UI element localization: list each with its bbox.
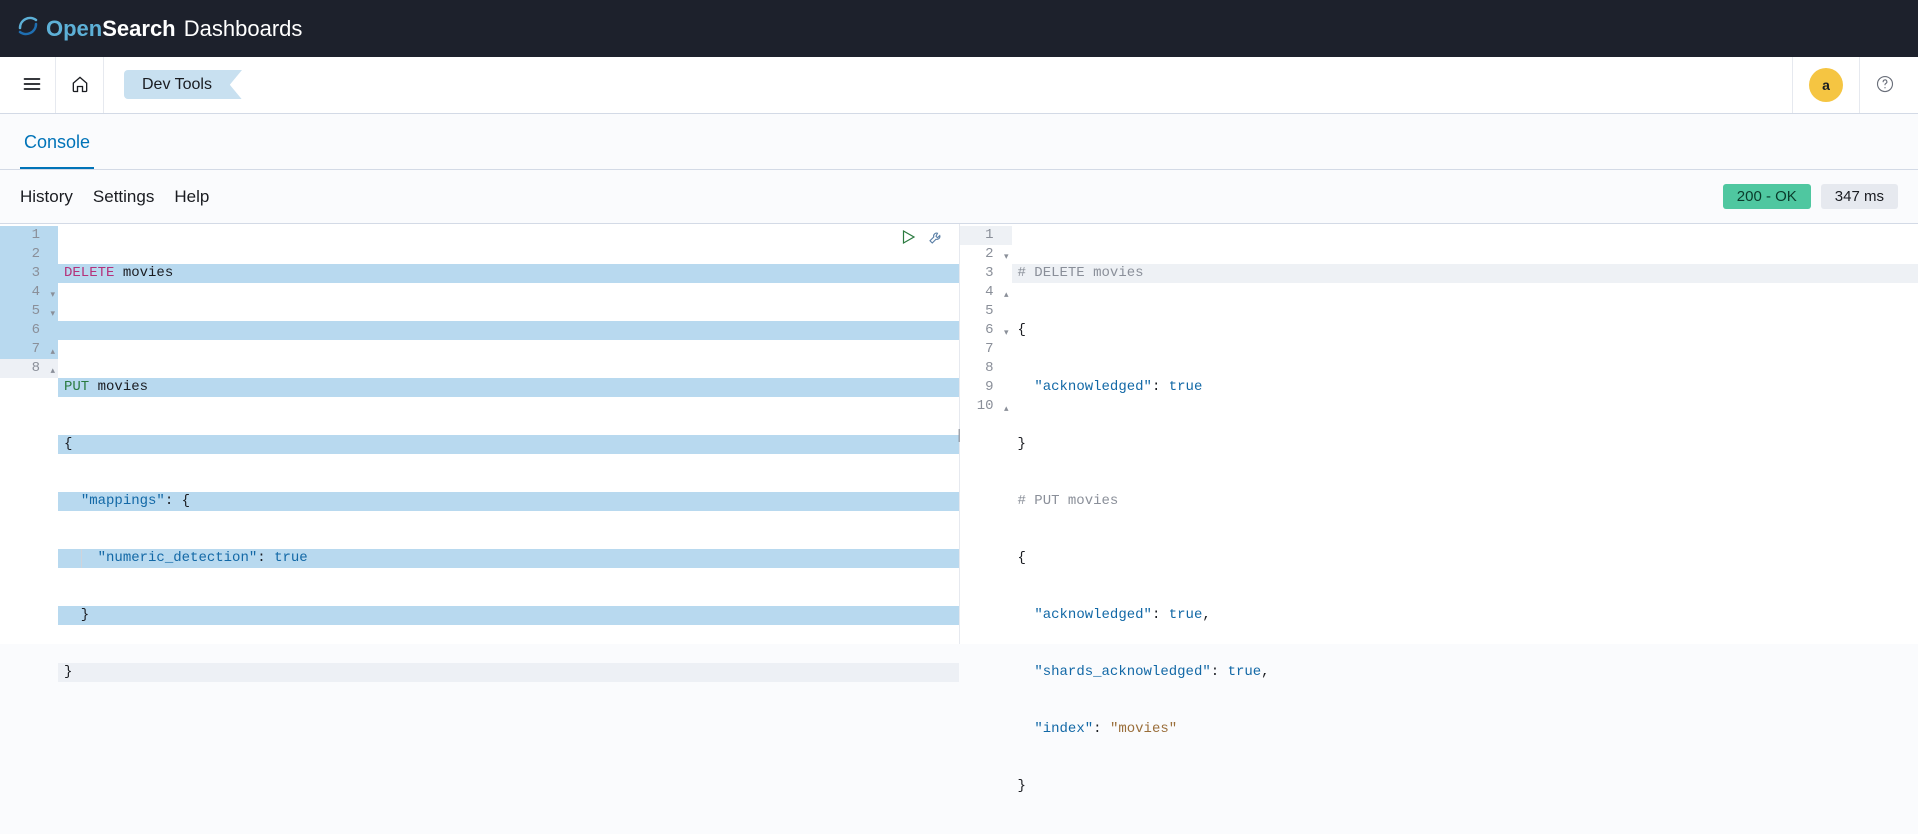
editor-split: 1 2 3 4▾ 5▾ 6 7▴ 8▴ DELETE movies PUT mo… bbox=[0, 223, 1918, 644]
token-bool: true bbox=[1169, 607, 1203, 623]
token-ident: movies bbox=[123, 265, 173, 281]
line-number: 3 bbox=[0, 264, 58, 283]
response-code[interactable]: # DELETE movies { "acknowledged": true }… bbox=[1012, 224, 1918, 644]
request-gutter: 1 2 3 4▾ 5▾ 6 7▴ 8▴ bbox=[0, 224, 58, 644]
line-number: 7 bbox=[960, 340, 1012, 359]
token-key: "shards_acknowledged" bbox=[1034, 664, 1210, 680]
help-icon bbox=[1876, 75, 1894, 96]
breadcrumb: Dev Tools bbox=[104, 76, 230, 94]
token-punc: } bbox=[1018, 778, 1026, 794]
token-punc: { bbox=[64, 436, 72, 452]
token-bool: true bbox=[1169, 379, 1203, 395]
opensearch-logo-icon bbox=[16, 14, 40, 44]
token-punc: : bbox=[1152, 607, 1169, 623]
breadcrumb-devtools[interactable]: Dev Tools bbox=[124, 70, 230, 99]
nav-bar: Dev Tools a bbox=[0, 57, 1918, 114]
home-button[interactable] bbox=[56, 57, 104, 113]
fold-icon[interactable]: ▴ bbox=[50, 362, 55, 381]
help-link[interactable]: Help bbox=[174, 187, 209, 207]
brand-open: Open bbox=[46, 16, 102, 41]
line-number: 4▾ bbox=[0, 283, 58, 302]
line-number: 2▾ bbox=[960, 245, 1012, 264]
token-punc: , bbox=[1261, 664, 1269, 680]
line-number: 6▾ bbox=[960, 321, 1012, 340]
response-pane[interactable]: 1 2▾ 3 4▴ 5 6▾ 7 8 9 10▴ # DELETE movies… bbox=[960, 224, 1918, 644]
token-ident: movies bbox=[98, 379, 148, 395]
history-link[interactable]: History bbox=[20, 187, 73, 207]
token-key: "numeric_detection" bbox=[98, 550, 258, 566]
token-key: "mappings" bbox=[81, 493, 165, 509]
brand-logo[interactable]: OpenSearch Dashboards bbox=[16, 14, 302, 44]
token-punc: : bbox=[257, 550, 274, 566]
token-punc: , bbox=[1202, 607, 1210, 623]
line-number: 6 bbox=[0, 321, 58, 340]
settings-link[interactable]: Settings bbox=[93, 187, 154, 207]
token-punc: : bbox=[1211, 664, 1228, 680]
line-number: 8 bbox=[960, 359, 1012, 378]
response-gutter: 1 2▾ 3 4▴ 5 6▾ 7 8 9 10▴ bbox=[960, 224, 1012, 644]
token-key: "acknowledged" bbox=[1034, 379, 1152, 395]
token-punc: { bbox=[1018, 322, 1026, 338]
brand-dashboards: Dashboards bbox=[184, 16, 303, 41]
token-comment: # PUT movies bbox=[1018, 493, 1119, 509]
fold-icon[interactable]: ▴ bbox=[1004, 400, 1009, 419]
hamburger-menu-button[interactable] bbox=[8, 57, 56, 113]
line-number: 5▾ bbox=[0, 302, 58, 321]
token-bool: true bbox=[1228, 664, 1262, 680]
home-icon bbox=[70, 74, 90, 97]
token-punc: : bbox=[1152, 379, 1169, 395]
request-pane[interactable]: 1 2 3 4▾ 5▾ 6 7▴ 8▴ DELETE movies PUT mo… bbox=[0, 224, 960, 644]
token-punc: { bbox=[1018, 550, 1026, 566]
tabs-row: Console bbox=[0, 114, 1918, 170]
line-number: 1 bbox=[960, 226, 1012, 245]
token-key: "acknowledged" bbox=[1034, 607, 1152, 623]
token-punc: } bbox=[1018, 436, 1026, 452]
token-punc: } bbox=[64, 664, 72, 680]
line-number: 3 bbox=[960, 264, 1012, 283]
token-key: "index" bbox=[1034, 721, 1093, 737]
line-number: 1 bbox=[0, 226, 58, 245]
help-button[interactable] bbox=[1859, 57, 1910, 113]
user-menu[interactable]: a bbox=[1792, 57, 1859, 113]
request-code[interactable]: DELETE movies PUT movies { "mappings": {… bbox=[58, 224, 959, 644]
line-number: 4▴ bbox=[960, 283, 1012, 302]
token-string: "movies" bbox=[1110, 721, 1177, 737]
token-method: PUT bbox=[64, 379, 89, 395]
token-bool: true bbox=[274, 550, 308, 566]
token-punc: : { bbox=[165, 493, 190, 509]
line-number: 2 bbox=[0, 245, 58, 264]
brand-search: Search bbox=[102, 16, 175, 41]
console-toolbar: History Settings Help 200 - OK 347 ms bbox=[0, 170, 1918, 223]
status-badge: 200 - OK bbox=[1723, 184, 1811, 209]
top-header: OpenSearch Dashboards bbox=[0, 0, 1918, 57]
token-punc: : bbox=[1093, 721, 1110, 737]
run-button[interactable] bbox=[899, 228, 917, 249]
token-method: DELETE bbox=[64, 265, 114, 281]
hamburger-icon bbox=[22, 74, 42, 97]
avatar: a bbox=[1809, 68, 1843, 102]
line-number: 9 bbox=[960, 378, 1012, 397]
timing-badge: 347 ms bbox=[1821, 184, 1898, 209]
line-number: 8▴ bbox=[0, 359, 58, 378]
line-number: 10▴ bbox=[960, 397, 1012, 416]
line-number: 5 bbox=[960, 302, 1012, 321]
avatar-initial: a bbox=[1822, 77, 1830, 93]
wrench-button[interactable] bbox=[927, 228, 945, 249]
request-actions bbox=[899, 228, 945, 249]
token-punc: } bbox=[64, 607, 89, 623]
line-number: 7▴ bbox=[0, 340, 58, 359]
token-comment: # DELETE movies bbox=[1018, 265, 1144, 281]
tab-console[interactable]: Console bbox=[20, 124, 94, 169]
